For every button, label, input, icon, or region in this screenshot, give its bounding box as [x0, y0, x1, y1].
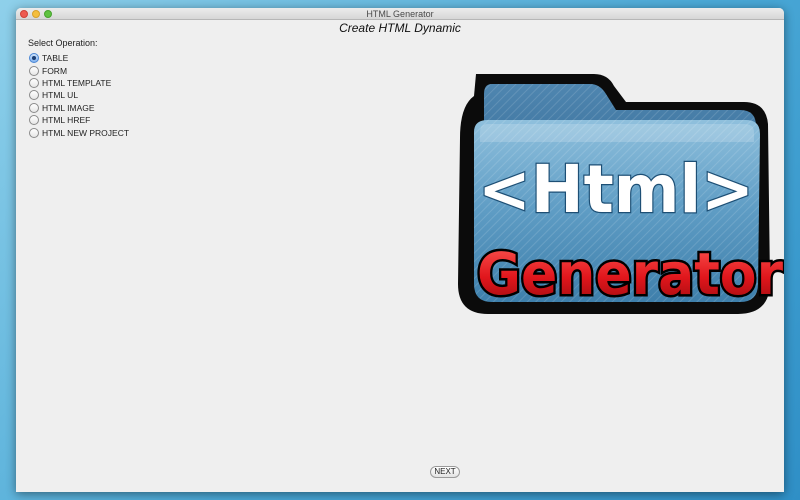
next-button[interactable]: NEXT	[430, 466, 460, 478]
option-html-ul[interactable]: HTML UL	[29, 89, 129, 101]
radio-html-template[interactable]	[29, 77, 39, 88]
option-label: HTML HREF	[42, 115, 91, 126]
window-title: HTML Generator	[366, 9, 434, 19]
option-table[interactable]: TABLE	[29, 52, 129, 64]
option-label: HTML NEW PROJECT	[42, 127, 130, 138]
operation-radio-group: TABLE FORM HTML TEMPLATE HTML UL HTML IM…	[29, 52, 129, 139]
html-generator-logo: <Html> Generator	[458, 74, 784, 314]
radio-html-new-project[interactable]	[29, 127, 39, 138]
page-heading: Create HTML Dynamic	[339, 21, 461, 35]
option-label: HTML IMAGE	[42, 102, 95, 113]
logo-html-text: <Html>	[478, 151, 754, 228]
radio-html-href[interactable]	[29, 115, 39, 126]
option-html-new-project[interactable]: HTML NEW PROJECT	[29, 126, 129, 138]
app-window: HTML Generator Create HTML Dynamic Selec…	[16, 8, 784, 492]
radio-html-ul[interactable]	[29, 90, 39, 101]
option-form[interactable]: FORM	[29, 64, 129, 76]
option-html-template[interactable]: HTML TEMPLATE	[29, 77, 129, 89]
option-label: FORM	[42, 65, 68, 76]
option-label: HTML UL	[42, 90, 79, 101]
logo-generator-text: Generator	[477, 240, 783, 308]
option-label: HTML TEMPLATE	[42, 77, 112, 88]
option-html-image[interactable]: HTML IMAGE	[29, 102, 129, 114]
option-html-href[interactable]: HTML HREF	[29, 114, 129, 126]
select-operation-label: Select Operation:	[28, 38, 98, 48]
radio-table[interactable]	[29, 53, 39, 64]
radio-html-image[interactable]	[29, 102, 39, 113]
option-label: TABLE	[42, 53, 69, 64]
radio-form[interactable]	[29, 65, 39, 76]
title-bar[interactable]: HTML Generator	[16, 8, 784, 20]
